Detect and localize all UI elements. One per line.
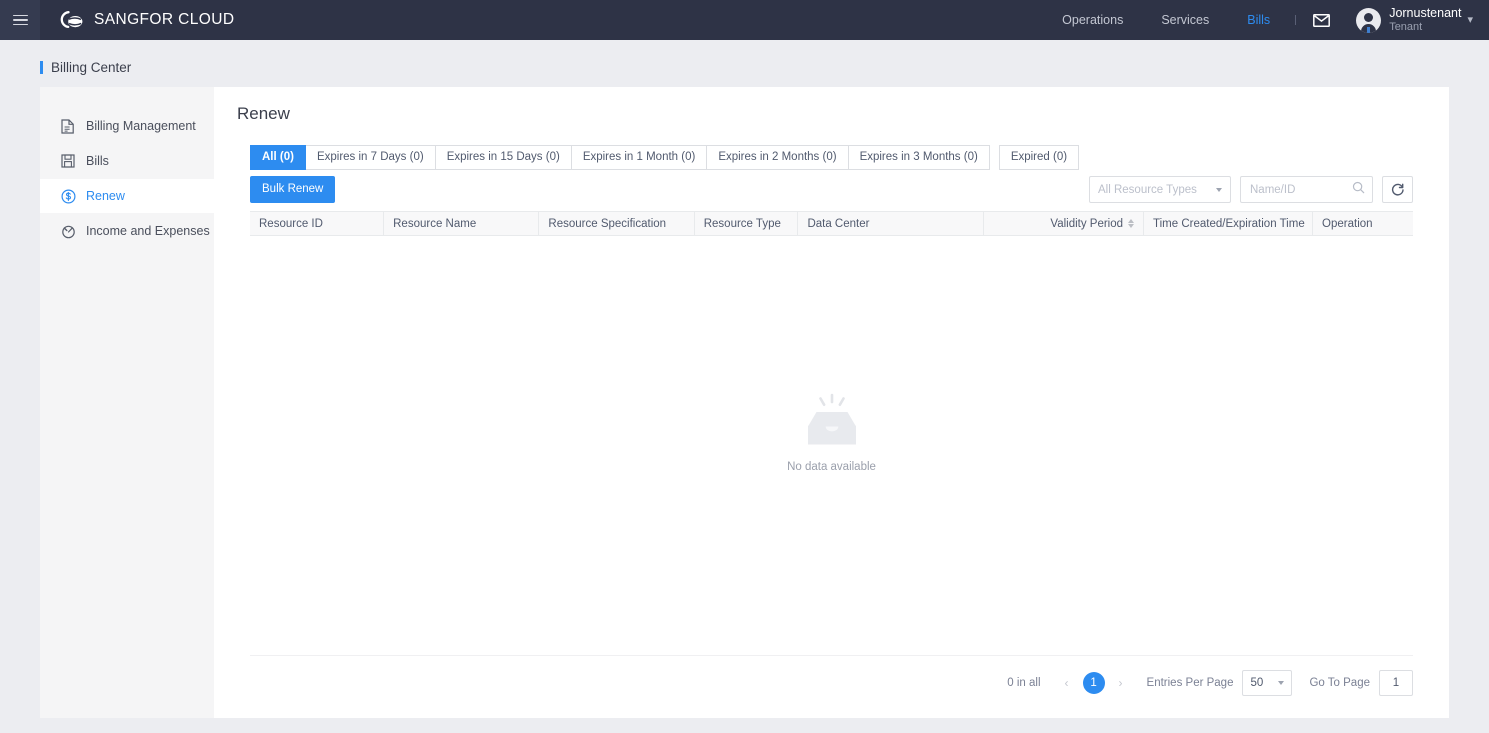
breadcrumb-accent-bar — [40, 61, 43, 74]
tab-expires-1-month[interactable]: Expires in 1 Month (0) — [571, 145, 708, 170]
user-name: Jornustenant — [1389, 6, 1462, 21]
sidebar-item-label: Income and Expenses — [86, 224, 210, 238]
envelope-icon[interactable] — [1309, 13, 1334, 27]
column-header-validity-period[interactable]: Validity Period — [984, 212, 1145, 235]
sidebar-item-income-and-expenses[interactable]: Income and Expenses — [40, 214, 214, 248]
chevron-down-icon — [1216, 187, 1222, 192]
breadcrumb-title: Billing Center — [51, 60, 132, 75]
chevron-right-icon[interactable]: › — [1112, 676, 1130, 690]
page-title: Renew — [237, 104, 290, 123]
sort-toggle-icon[interactable] — [1128, 219, 1135, 228]
topnav-divider — [1295, 15, 1297, 25]
entries-per-page-select[interactable]: 50 — [1242, 670, 1293, 696]
entries-per-page-value: 50 — [1250, 677, 1264, 689]
page-shell: Billing Management Bills Renew Income an… — [40, 87, 1449, 718]
column-header-resource-type[interactable]: Resource Type — [695, 212, 799, 235]
magnifier-icon[interactable] — [1352, 181, 1365, 199]
sangfor-cloud-logo-icon — [59, 9, 85, 31]
user-profile-menu[interactable]: Jornustenant Tenant ▾ — [1356, 6, 1473, 34]
brand-logo-link[interactable]: SANGFOR CLOUD — [59, 9, 234, 31]
user-role: Tenant — [1389, 20, 1423, 33]
entries-per-page-label: Entries Per Page — [1146, 677, 1234, 689]
tab-all[interactable]: All (0) — [250, 145, 306, 170]
tab-expires-3-months[interactable]: Expires in 3 Months (0) — [848, 145, 990, 170]
topnav-item-operations[interactable]: Operations — [1043, 0, 1142, 40]
column-header-resource-specification[interactable]: Resource Specification — [539, 212, 695, 235]
tab-expires-2-months[interactable]: Expires in 2 Months (0) — [707, 145, 849, 170]
filter-tabs: All (0) Expires in 7 Days (0) Expires in… — [250, 145, 1080, 170]
avatar — [1356, 7, 1382, 33]
dollar-circle-icon — [60, 188, 76, 204]
sidebar-item-label: Bills — [86, 154, 109, 168]
table-header-row: Resource ID Resource Name Resource Speci… — [250, 211, 1413, 236]
sidebar-item-label: Billing Management — [86, 119, 196, 133]
pagination: 0 in all ‹ 1 › Entries Per Page 50 Go To… — [250, 655, 1413, 696]
column-header-time-created-expiration[interactable]: Time Created/Expiration Time — [1144, 212, 1314, 235]
tab-expires-15-days[interactable]: Expires in 15 Days (0) — [435, 145, 572, 170]
sidebar-item-label: Renew — [86, 189, 125, 203]
brand-name: SANGFOR CLOUD — [94, 11, 235, 28]
topnav-item-bills[interactable]: Bills — [1228, 0, 1289, 40]
resource-table: Resource ID Resource Name Resource Speci… — [250, 211, 1413, 629]
resource-type-value: All Resource Types — [1098, 183, 1197, 196]
save-bill-icon — [60, 153, 76, 169]
column-header-data-center[interactable]: Data Center — [798, 212, 985, 235]
top-header-bar: SANGFOR CLOUD Operations Services Bills … — [0, 0, 1489, 40]
sidebar: Billing Management Bills Renew Income an… — [40, 87, 214, 718]
search-input[interactable] — [1250, 183, 1352, 196]
chevron-down-icon — [1278, 681, 1285, 685]
column-header-resource-name[interactable]: Resource Name — [384, 212, 540, 235]
document-icon — [60, 118, 76, 134]
tab-expires-7-days[interactable]: Expires in 7 Days (0) — [305, 145, 436, 170]
hamburger-menu-icon[interactable] — [0, 0, 40, 40]
toolbar-filters: All Resource Types — [1089, 176, 1413, 203]
empty-state-text: No data available — [787, 461, 876, 473]
bulk-renew-button[interactable]: Bulk Renew — [250, 176, 336, 203]
page-number-1[interactable]: 1 — [1082, 672, 1105, 694]
column-header-validity-period-label: Validity Period — [1050, 217, 1124, 230]
sidebar-item-renew[interactable]: Renew — [40, 179, 214, 213]
empty-tray-icon — [796, 392, 868, 453]
sidebar-item-bills[interactable]: Bills — [40, 144, 214, 178]
sidebar-item-billing-management[interactable]: Billing Management — [40, 109, 214, 143]
topnav-item-services[interactable]: Services — [1142, 0, 1228, 40]
column-header-operation[interactable]: Operation — [1313, 212, 1413, 235]
table-toolbar: Bulk Renew All Resource Types — [250, 176, 1413, 203]
empty-state: No data available — [250, 236, 1413, 629]
top-navigation: Operations Services Bills Jornustenant T… — [1043, 0, 1489, 40]
search-box[interactable] — [1240, 176, 1373, 203]
main-content: Renew All (0) Expires in 7 Days (0) Expi… — [214, 87, 1449, 718]
total-count-label: 0 in all — [1007, 677, 1041, 689]
chevron-left-icon[interactable]: ‹ — [1058, 676, 1076, 690]
resource-type-select[interactable]: All Resource Types — [1089, 176, 1231, 203]
go-to-page-label: Go To Page — [1309, 677, 1370, 689]
tab-expired[interactable]: Expired (0) — [998, 145, 1080, 170]
column-header-resource-id[interactable]: Resource ID — [250, 212, 385, 235]
refresh-button[interactable] — [1382, 176, 1413, 203]
refresh-icon — [1391, 183, 1404, 196]
chevron-down-icon: ▾ — [1467, 13, 1473, 26]
expense-clock-icon — [60, 223, 76, 239]
go-to-page-input[interactable] — [1379, 670, 1413, 696]
